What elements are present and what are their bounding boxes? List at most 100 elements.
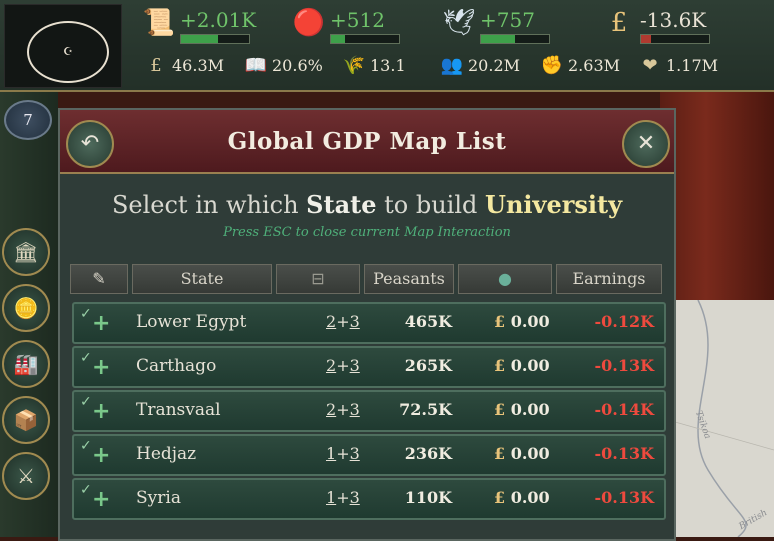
resource-bar — [480, 34, 550, 44]
build-here-button[interactable]: ✓ + — [80, 482, 116, 512]
checkmark-icon: ✓ — [80, 482, 92, 498]
current-level: 2 — [326, 356, 337, 375]
table-row[interactable]: ✓ + Transvaal 2+3 72.5K £ 0.00 -0.14K — [72, 390, 666, 432]
building-levels: 2+3 — [326, 356, 360, 375]
table-row[interactable]: ✓ + Carthago 2+3 265K £ 0.00 -0.13K — [72, 346, 666, 388]
build-here-button[interactable]: ✓ + — [80, 438, 116, 468]
header-state[interactable]: State — [132, 264, 272, 294]
header-levels[interactable]: ⊟ — [276, 264, 360, 294]
cost-value: £ 0.00 — [494, 444, 550, 463]
scroll-quill-icon: 📜 — [142, 8, 176, 38]
checkmark-icon: ✓ — [80, 306, 92, 322]
population-icon: 👥 — [440, 55, 464, 76]
globe-icon: ● — [498, 269, 512, 288]
coins-icon: 🪙 — [13, 296, 39, 320]
fist-icon: ✊ — [540, 55, 564, 76]
pound-icon: £ — [494, 444, 506, 463]
cost-value: £ 0.00 — [494, 356, 550, 375]
gdp-coin-icon: £ — [150, 55, 162, 76]
stat-value: 2.63M — [568, 56, 621, 75]
table-row[interactable]: ✓ + Syria 1+3 110K £ 0.00 -0.13K — [72, 478, 666, 520]
country-emblem-icon: ☪ — [27, 21, 109, 83]
plus-icon: + — [92, 355, 111, 380]
panel-header: ↶ Global GDP Map List ✕ — [60, 110, 674, 174]
gdp-map-list-panel: ↶ Global GDP Map List ✕ Select in which … — [58, 108, 676, 541]
building-levels: 2+3 — [326, 312, 360, 331]
header-peasants[interactable]: Peasants — [364, 264, 454, 294]
build-here-button[interactable]: ✓ + — [80, 394, 116, 424]
pound-icon: £ — [494, 312, 506, 331]
country-flag[interactable]: ☪ — [4, 4, 122, 88]
stat-value: 20.6% — [272, 56, 323, 75]
resource-value: +512 — [330, 8, 385, 32]
rank-badge[interactable]: 7 — [4, 100, 52, 140]
prompt-text: Select in which — [111, 191, 307, 219]
pound-icon: £ — [494, 400, 506, 419]
sidebar-crate-button[interactable]: 📦 — [2, 396, 50, 444]
build-prompt: Select in which State to build Universit… — [60, 190, 674, 219]
cost-value: £ 0.00 — [494, 488, 550, 507]
queued-level: 3 — [349, 444, 360, 463]
earnings-value: -0.13K — [594, 444, 654, 463]
earnings-value: -0.13K — [594, 488, 654, 507]
header-globe[interactable]: ● — [458, 264, 552, 294]
esc-hint: Press ESC to close current Map Interacti… — [223, 225, 511, 240]
current-level: 2 — [326, 312, 337, 331]
building-levels: 2+3 — [326, 400, 360, 419]
resource-value: -13.6K — [640, 8, 707, 32]
queued-level: 3 — [349, 488, 360, 507]
peasants-value: 465K — [404, 312, 452, 331]
world-map[interactable]: Tsikoa British — [668, 300, 774, 537]
edit-icon: ✎ — [92, 269, 106, 288]
plus-icon: + — [92, 443, 111, 468]
resource-bar — [640, 34, 710, 44]
checkmark-icon: ✓ — [80, 350, 92, 366]
plus-icon: + — [92, 487, 111, 512]
table-row[interactable]: ✓ + Lower Egypt 2+3 465K £ 0.00 -0.12K — [72, 302, 666, 344]
plus-icon: + — [92, 311, 111, 336]
heart-icon: ❤ — [642, 55, 658, 76]
stat-value: 1.17M — [666, 56, 719, 75]
sidebar-crossed-swords-button[interactable]: ⚔ — [2, 452, 50, 500]
state-name: Syria — [136, 488, 181, 508]
building-levels: 1+3 — [326, 444, 360, 463]
table-row[interactable]: ✓ + Hedjaz 1+3 236K £ 0.00 -0.13K — [72, 434, 666, 476]
header-select-icon[interactable]: ✎ — [70, 264, 128, 294]
prompt-state: State — [306, 190, 377, 219]
resource-value: +757 — [480, 8, 535, 32]
checkmark-icon: ✓ — [80, 438, 92, 454]
prompt-building: University — [485, 190, 623, 219]
stat-value: 46.3M — [172, 56, 225, 75]
stat-value: 13.1 — [370, 56, 406, 75]
build-here-button[interactable]: ✓ + — [80, 350, 116, 380]
earnings-value: -0.13K — [594, 356, 654, 375]
queued-level: 3 — [349, 356, 360, 375]
state-name: Hedjaz — [136, 444, 197, 464]
header-earnings[interactable]: Earnings — [556, 264, 662, 294]
sidebar-coins-button[interactable]: 🪙 — [2, 284, 50, 332]
current-level: 2 — [326, 400, 337, 419]
state-name: Lower Egypt — [136, 312, 247, 332]
queued-level: 3 — [349, 312, 360, 331]
checkmark-icon: ✓ — [80, 394, 92, 410]
sidebar-government-building-button[interactable]: 🏛 — [2, 228, 50, 276]
queued-level: 3 — [349, 400, 360, 419]
cost-amount: 0.00 — [510, 488, 550, 507]
pound-icon: £ — [494, 356, 506, 375]
resource-bar — [330, 34, 400, 44]
sidebar-factory-button[interactable]: 🏭 — [2, 340, 50, 388]
literacy-book-icon: 📖 — [244, 55, 268, 76]
dove-icon: 🕊 — [442, 8, 476, 38]
resource-bar-fill — [641, 35, 652, 43]
peasants-value: 265K — [404, 356, 452, 375]
resource-bar-fill — [481, 35, 515, 43]
build-here-button[interactable]: ✓ + — [80, 306, 116, 336]
close-icon: ✕ — [636, 131, 656, 156]
resource-bar-fill — [181, 35, 219, 43]
cost-amount: 0.00 — [510, 356, 550, 375]
resource-bar-fill — [331, 35, 345, 43]
cost-amount: 0.00 — [510, 312, 550, 331]
close-button[interactable]: ✕ — [622, 120, 670, 168]
building-levels-icon: ⊟ — [311, 269, 325, 288]
resource-bar — [180, 34, 250, 44]
